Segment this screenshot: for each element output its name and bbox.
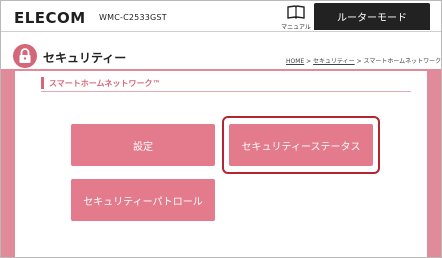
section-divider: [41, 91, 411, 92]
brand-logo: ELECOM: [14, 9, 86, 27]
manual-button[interactable]: マニュアル: [280, 5, 312, 31]
app-window: ELECOM WMC-C2533GST マニュアル ルーターモード セキュリティ…: [0, 0, 442, 258]
model-name: WMC-C2533GST: [99, 13, 167, 22]
book-icon: [287, 5, 305, 19]
breadcrumb: HOME > セキュリティー > スマートホームネットワーク: [286, 56, 441, 65]
lock-icon: [13, 44, 37, 68]
breadcrumb-home[interactable]: HOME: [286, 58, 304, 65]
manual-label: マニュアル: [281, 24, 311, 31]
section-header: スマートホームネットワーク™: [41, 77, 411, 92]
header: ELECOM WMC-C2533GST マニュアル ルーターモード: [1, 1, 441, 33]
router-mode-tab[interactable]: ルーターモード: [314, 3, 430, 30]
settings-button[interactable]: 設定: [71, 124, 215, 166]
section-accent-bar: [41, 77, 44, 89]
section-title: スマートホームネットワーク™: [49, 79, 161, 88]
breadcrumb-separator: >: [354, 58, 364, 65]
breadcrumb-security[interactable]: セキュリティー: [313, 58, 355, 65]
security-status-button[interactable]: セキュリティーステータス: [229, 124, 373, 166]
page-title: セキュリティー: [43, 51, 127, 65]
security-patrol-button[interactable]: セキュリティーパトロール: [71, 179, 215, 221]
header-divider: [1, 31, 441, 32]
breadcrumb-separator: >: [304, 58, 314, 65]
breadcrumb-current: スマートホームネットワーク: [363, 58, 442, 65]
